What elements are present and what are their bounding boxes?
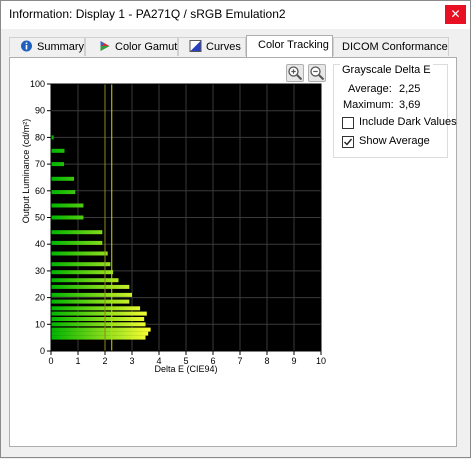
maximum-label: Maximum: xyxy=(343,99,394,111)
group-title: Grayscale Delta E xyxy=(340,64,433,76)
tab-curves-label: Curves xyxy=(206,41,241,53)
tab-color-gamut[interactable]: Color Gamut xyxy=(85,37,178,56)
title-bar: Information: Display 1 - PA271Q / sRGB E… xyxy=(1,1,470,29)
y-axis-label: Output Luminance (cd/m²) xyxy=(21,118,31,224)
grayscale-delta-e-group: Grayscale Delta E Average: 2,25 Maximum:… xyxy=(333,64,457,158)
tab-bar: Summary Color Gamut Curves Color Trackin… xyxy=(9,35,449,57)
show-average-label: Show Average xyxy=(359,135,430,147)
include-dark-checkbox[interactable] xyxy=(342,117,354,129)
average-label: Average: xyxy=(348,83,392,95)
info-icon xyxy=(21,40,32,52)
tab-summary-label: Summary xyxy=(37,41,85,53)
tab-color-tracking[interactable]: Color Tracking xyxy=(246,35,333,57)
zoom-out-button[interactable] xyxy=(308,64,326,82)
show-average-checkbox[interactable] xyxy=(342,136,354,148)
zoom-in-button[interactable] xyxy=(286,64,304,82)
tab-dicom-conformance[interactable]: DICOM Conformance xyxy=(333,37,449,56)
window-title: Information: Display 1 - PA271Q / sRGB E… xyxy=(9,7,286,21)
close-icon: ✕ xyxy=(450,7,461,21)
average-value: 2,25 xyxy=(399,83,421,95)
close-button[interactable]: ✕ xyxy=(445,5,466,24)
tab-summary[interactable]: Summary xyxy=(9,37,85,56)
info-window: Information: Display 1 - PA271Q / sRGB E… xyxy=(0,0,471,458)
x-axis-label: Delta E (CIE94) xyxy=(154,364,218,374)
include-dark-label: Include Dark Values xyxy=(359,116,457,128)
gamut-icon xyxy=(100,41,110,51)
tab-color-gamut-label: Color Gamut xyxy=(115,41,178,53)
curves-icon xyxy=(189,40,202,52)
zoom-out-icon xyxy=(310,66,325,81)
zoom-in-icon xyxy=(288,66,303,81)
checkmark-icon xyxy=(344,138,353,146)
tab-curves[interactable]: Curves xyxy=(178,37,246,56)
maximum-value: 3,69 xyxy=(399,99,421,111)
tab-color-tracking-label: Color Tracking xyxy=(258,39,329,51)
tab-dicom-conformance-label: DICOM Conformance xyxy=(342,41,448,53)
